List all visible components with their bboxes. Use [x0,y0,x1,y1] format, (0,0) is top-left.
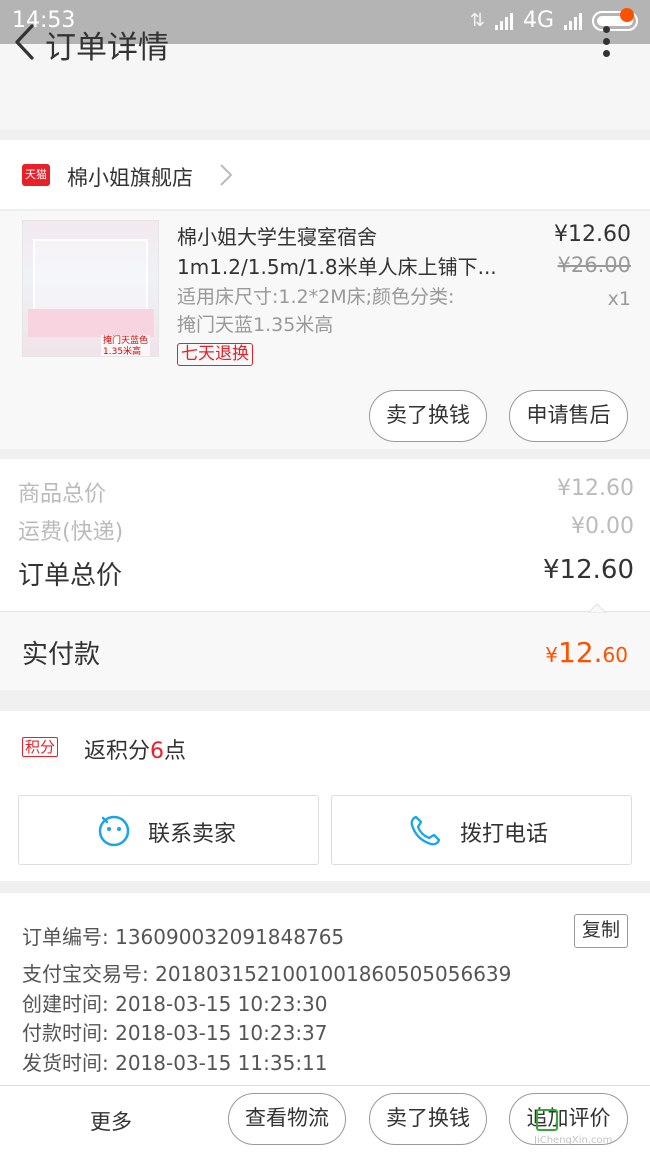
product-title[interactable]: 棉小姐大学生寝室宿舍 1m1.2/1.5m/1.8米单人床上铺下... [177,222,497,282]
item-quantity: x1 [607,288,631,310]
back-arrow-icon[interactable] [12,22,38,62]
tmall-badge-icon: 天猫 [22,164,50,186]
sell-exchange-button[interactable]: 卖了换钱 [369,390,487,442]
more-button[interactable]: 更多 [90,1106,132,1136]
points-badge: 积分 [22,737,59,757]
chevron-right-icon[interactable] [218,163,234,187]
item-original-price: ¥26.00 [557,253,631,277]
alipay-transaction-number: 支付宝交易号: 2018031521001001860505056639 [22,962,512,986]
paid-label: 实付款 [22,640,101,670]
contact-seller-label: 联系卖家 [148,822,237,847]
created-time: 创建时间: 2018-03-15 10:23:30 [22,992,328,1016]
after-sale-button[interactable]: 申请售后 [509,390,628,442]
view-logistics-button[interactable]: 查看物流 [228,1093,346,1145]
return-policy-tag: 七天退换 [177,343,253,366]
shipping-value: ¥0.00 [571,514,634,539]
copy-button[interactable]: 复制 [574,914,628,948]
goods-total-value: ¥12.60 [557,476,634,501]
paid-time: 付款时间: 2018-03-15 10:23:37 [22,1021,328,1045]
more-menu-icon[interactable] [594,22,618,62]
order-total-value: ¥12.60 [543,555,634,585]
page-title: 订单详情 [45,30,169,66]
paid-amount: ¥12.60 [545,636,628,669]
watermark-logo-icon [536,1109,558,1131]
caret-up-icon [588,603,606,613]
product-thumbnail[interactable]: 掩门天蓝色 1.35米高 [22,220,159,357]
shipped-time: 发货时间: 2018-03-15 11:35:11 [22,1051,328,1075]
site-watermark: JiChengXin.com [532,1103,644,1149]
order-number: 订单编号: 1360900320918487​65 [22,925,345,949]
contact-seller-button[interactable]: 联系卖家 [18,795,319,865]
points-text: 返积分6点 [84,739,187,764]
shop-name[interactable]: 棉小姐旗舰店 [67,162,193,192]
call-phone-button[interactable]: 拨打电话 [331,795,632,865]
signal-icon [494,12,513,30]
phone-icon [410,815,441,846]
thumbnail-label: 掩门天蓝色 1.35米高 [101,335,151,357]
network-type: 4G [522,8,554,33]
notification-dot [620,8,634,22]
signal-icon-2 [564,12,582,30]
data-arrows-icon: ⇅ [469,10,485,31]
call-phone-label: 拨打电话 [460,822,549,847]
goods-total-label: 商品总价 [18,482,107,507]
chat-face-icon [98,815,130,847]
product-spec: 适用床尺寸:1.2*2M床;颜色分类: 掩门天蓝1.35米高 [177,286,455,336]
sell-exchange-bottom-button[interactable]: 卖了换钱 [369,1093,487,1145]
item-price: ¥12.60 [554,222,631,247]
order-total-label: 订单总价 [18,561,123,591]
bed-image [28,309,154,337]
shipping-label: 运费(快递) [18,520,124,545]
